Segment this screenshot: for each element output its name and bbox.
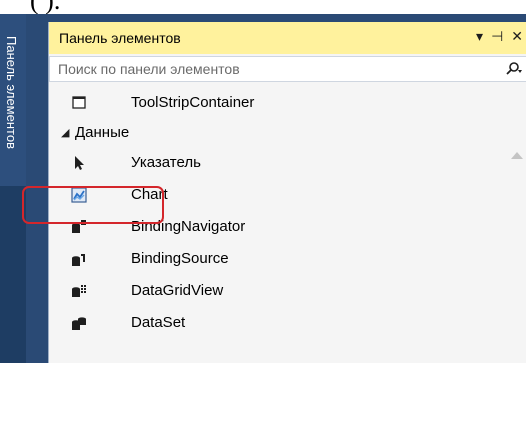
scroll-up-icon[interactable]: [511, 152, 523, 159]
bindingsource-icon: [71, 251, 87, 267]
toolbox-list: ToolStripContainer ◢ Данные Указатель Ch…: [49, 84, 526, 363]
bindingnavigator-icon: [71, 219, 87, 235]
list-item-label: Указатель: [131, 154, 201, 171]
sidebar-tab-toolbox[interactable]: Панель элементов: [0, 14, 26, 186]
dropdown-icon[interactable]: ▾: [476, 28, 483, 45]
datagridview-icon: [71, 283, 87, 299]
toolbox-panel: Панель элементов ▾ ⊣ ✕ ToolStripCont: [48, 22, 526, 363]
list-item-label: Chart: [131, 186, 168, 203]
sidebar-tab-label: Панель элементов: [4, 36, 19, 149]
pointer-icon: [71, 155, 87, 171]
list-item-label: BindingSource: [131, 250, 229, 267]
search-bar: [49, 56, 526, 82]
list-item-toolstripcontainer[interactable]: ToolStripContainer: [49, 88, 504, 118]
dataset-icon: [71, 315, 87, 331]
list-item-bindingsource[interactable]: BindingSource: [49, 244, 504, 274]
list-item-bindingnavigator[interactable]: BindingNavigator: [49, 212, 504, 242]
vertical-scrollbar[interactable]: [505, 146, 526, 425]
list-item-label: ToolStripContainer: [131, 94, 255, 111]
title-icons: ▾ ⊣ ✕: [476, 28, 523, 45]
toolbox-titlebar: Панель элементов ▾ ⊣ ✕: [49, 22, 526, 54]
list-item-chart[interactable]: Chart: [49, 180, 504, 210]
chart-icon: [71, 187, 87, 203]
list-item-label: DataSet: [131, 314, 186, 331]
group-label: Данные: [75, 124, 130, 141]
list-item-label: BindingNavigator: [131, 218, 246, 235]
list-item-dataset[interactable]: DataSet: [49, 308, 504, 338]
toolbox-title: Панель элементов: [59, 30, 181, 46]
pin-icon[interactable]: ⊣: [491, 28, 503, 45]
search-input[interactable]: [50, 57, 470, 81]
search-icon[interactable]: [502, 59, 524, 79]
list-item-pointer[interactable]: Указатель: [49, 148, 504, 178]
close-icon[interactable]: ✕: [511, 28, 523, 45]
expand-arrow-icon[interactable]: ◢: [61, 126, 69, 139]
toolstripcontainer-icon: [71, 95, 87, 111]
group-header-data[interactable]: ◢ Данные: [49, 118, 504, 148]
list-item-label: DataGridView: [131, 282, 224, 299]
list-item-datagridview[interactable]: DataGridView: [49, 276, 504, 306]
